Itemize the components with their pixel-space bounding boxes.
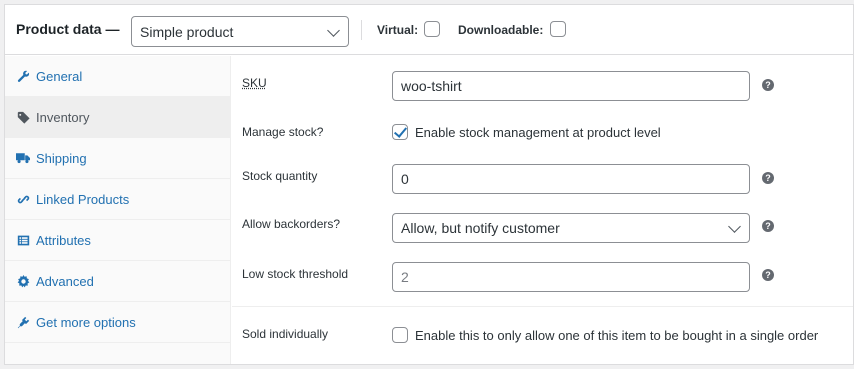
- plugin-icon: [16, 315, 30, 329]
- section-divider: [232, 306, 853, 307]
- sku-label: SKU: [242, 76, 267, 90]
- tab-general[interactable]: General: [5, 56, 230, 97]
- virtual-label: Virtual:: [377, 23, 419, 37]
- truck-icon: [16, 151, 30, 165]
- gear-icon: [16, 274, 30, 288]
- tab-shipping[interactable]: Shipping: [5, 138, 230, 179]
- sold-individually-label: Sold individually: [242, 327, 329, 341]
- tab-attributes-label: Attributes: [36, 232, 91, 248]
- tab-advanced[interactable]: Advanced: [5, 261, 230, 302]
- sold-individually-checkbox[interactable]: [392, 327, 408, 343]
- backorders-label: Allow backorders?: [242, 217, 341, 231]
- low-stock-help-icon[interactable]: ?: [762, 269, 774, 281]
- downloadable-label: Downloadable:: [458, 23, 544, 37]
- low-stock-placeholder: 2: [401, 269, 409, 285]
- tab-linked-products-label: Linked Products: [36, 191, 130, 207]
- tag-icon: [16, 110, 30, 124]
- stock-quantity-input[interactable]: 0: [392, 164, 750, 194]
- product-data-header: Product data — Simple product Virtual: D…: [5, 5, 853, 55]
- sold-individually-text: Enable this to only allow one of this it…: [415, 328, 819, 343]
- sku-input[interactable]: woo-tshirt: [392, 71, 750, 101]
- wrench-icon: [16, 69, 30, 83]
- link-icon: [16, 192, 30, 206]
- header-divider: [361, 20, 362, 40]
- tab-attributes[interactable]: Attributes: [5, 220, 230, 261]
- virtual-checkbox[interactable]: [424, 21, 440, 37]
- tab-shipping-label: Shipping: [36, 150, 87, 166]
- manage-stock-label: Manage stock?: [242, 125, 324, 139]
- stock-quantity-help-icon[interactable]: ?: [762, 172, 774, 184]
- manage-stock-text: Enable stock management at product level: [415, 125, 661, 140]
- tab-get-more-options-label: Get more options: [36, 314, 136, 330]
- backorders-help-icon[interactable]: ?: [762, 220, 774, 232]
- tab-inventory[interactable]: Inventory: [5, 97, 230, 138]
- product-type-value: Simple product: [140, 23, 234, 40]
- stock-quantity-label: Stock quantity: [242, 169, 318, 183]
- tab-advanced-label: Advanced: [36, 273, 94, 289]
- product-data-panel: Product data — Simple product Virtual: D…: [4, 4, 854, 365]
- stock-quantity-value: 0: [401, 171, 409, 187]
- product-data-title: Product data —: [16, 21, 120, 37]
- sku-help-icon[interactable]: ?: [762, 79, 774, 91]
- tab-get-more-options[interactable]: Get more options: [5, 302, 230, 343]
- downloadable-checkbox[interactable]: [550, 21, 566, 37]
- low-stock-label: Low stock threshold: [242, 267, 349, 281]
- product-data-tabs: General Inventory Shipping Linked Produc…: [5, 56, 231, 364]
- list-icon: [16, 233, 30, 247]
- backorders-select[interactable]: Allow, but notify customer: [392, 213, 750, 243]
- tab-inventory-label: Inventory: [36, 109, 90, 125]
- backorders-value: Allow, but notify customer: [401, 220, 560, 236]
- chevron-down-icon: [327, 24, 340, 37]
- product-type-select[interactable]: Simple product: [131, 16, 349, 47]
- chevron-down-icon: [728, 220, 741, 233]
- low-stock-input[interactable]: 2: [392, 262, 750, 292]
- tab-general-label: General: [36, 68, 83, 84]
- tab-linked-products[interactable]: Linked Products: [5, 179, 230, 220]
- manage-stock-checkbox[interactable]: [392, 124, 408, 140]
- sku-value: woo-tshirt: [401, 78, 462, 94]
